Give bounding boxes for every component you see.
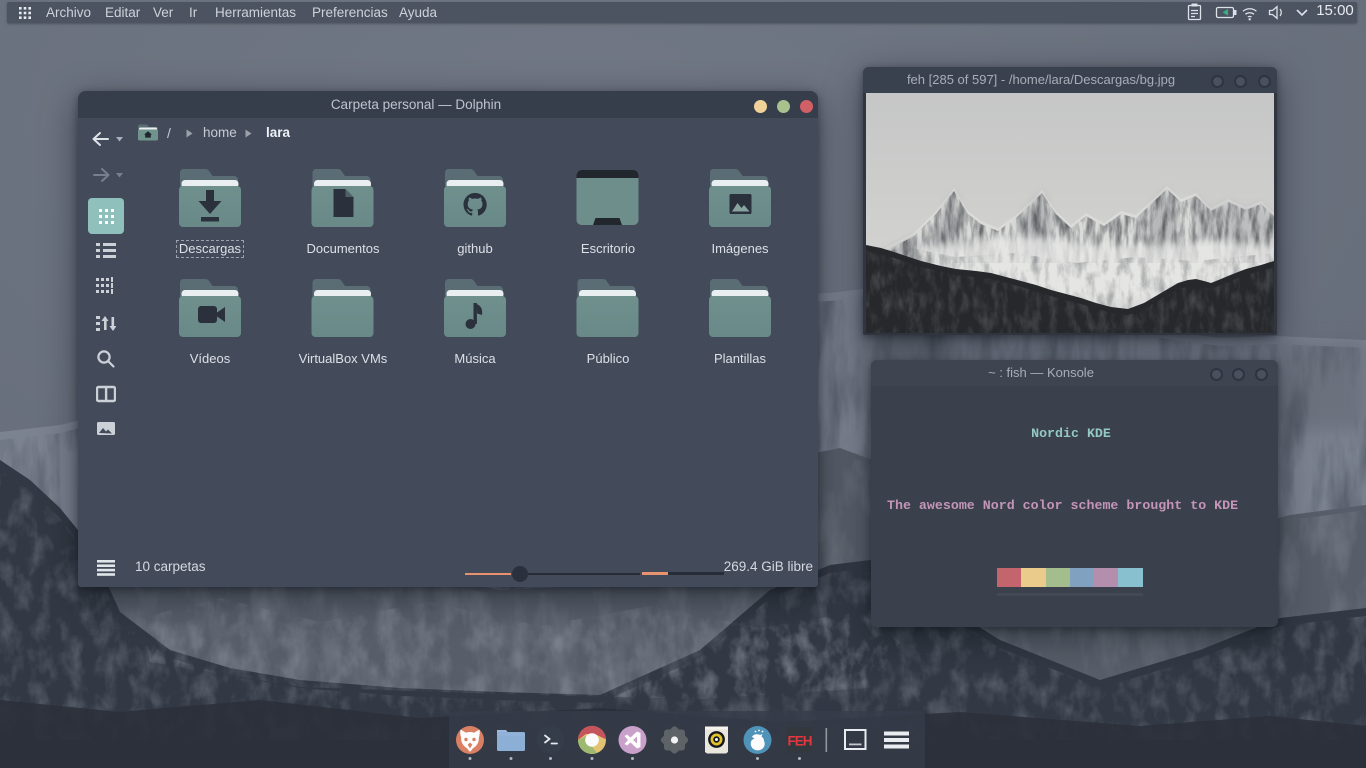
svg-text:FEH: FEH [788, 734, 812, 749]
